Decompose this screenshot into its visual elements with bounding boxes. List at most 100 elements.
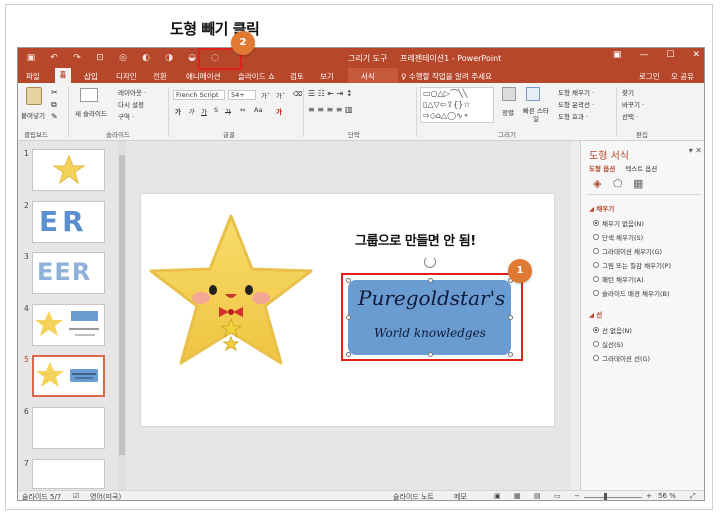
- bold-icon[interactable]: 가: [175, 106, 181, 116]
- radio-no-line[interactable]: 선 없음(N): [593, 325, 632, 335]
- canvas-scrollbar[interactable]: [571, 141, 580, 490]
- share-button[interactable]: 오 공유: [671, 71, 694, 82]
- tab-slideshow[interactable]: 슬라이드 쇼: [238, 71, 275, 82]
- new-slide-icon[interactable]: [80, 88, 98, 102]
- shape-effects-button[interactable]: 도형 효과 ·: [558, 111, 588, 121]
- reset-button[interactable]: 다시 설정: [118, 99, 144, 109]
- find-button[interactable]: 찾기: [622, 87, 634, 97]
- strikethrough-icon[interactable]: 가: [225, 106, 231, 116]
- fill-section-header[interactable]: ◢ 채우기: [589, 203, 614, 213]
- radio-solid-fill[interactable]: 단색 채우기(S): [593, 232, 643, 242]
- layout-button[interactable]: 레이아웃 ·: [118, 87, 146, 97]
- change-case-icon[interactable]: Aa: [254, 106, 262, 114]
- shape-union-icon[interactable]: ◎: [116, 51, 130, 65]
- close-icon[interactable]: ▾ ✕: [689, 146, 702, 155]
- format-painter-icon[interactable]: ✎: [51, 112, 58, 121]
- paste-button[interactable]: 붙여넣기: [21, 110, 45, 120]
- star-character-icon[interactable]: [141, 194, 341, 426]
- slide-thumbnail-3[interactable]: EER: [32, 252, 105, 294]
- radio-pattern-fill[interactable]: 패턴 채우기(A): [593, 274, 644, 284]
- font-shrink-icon[interactable]: 가ˇ: [276, 90, 285, 100]
- quick-styles-button[interactable]: 빠른 스타일: [521, 107, 551, 123]
- slide-thumbnail-1[interactable]: [32, 149, 105, 191]
- current-slide[interactable]: 그룹으로 만들면 안 됨! Puregoldstar's World knowl…: [141, 194, 554, 426]
- zoom-level[interactable]: 56 %: [658, 492, 676, 500]
- radio-background-fill[interactable]: 슬라이드 배경 채우기(B): [593, 288, 669, 298]
- tell-me-box[interactable]: ♀ 수행할 작업을 알려 주세요: [401, 71, 492, 82]
- font-color-icon[interactable]: 가: [276, 106, 282, 116]
- tab-text-options[interactable]: 텍스트 옵션: [625, 165, 657, 173]
- slide-thumbnail-7[interactable]: [32, 459, 105, 489]
- char-spacing-icon[interactable]: ↔: [240, 106, 245, 114]
- cut-icon[interactable]: ✂: [51, 88, 58, 97]
- thumbnails-scrollbar[interactable]: [118, 141, 126, 490]
- slide-thumbnail-4[interactable]: [32, 304, 105, 346]
- arrange-icon[interactable]: [502, 87, 516, 101]
- spellcheck-icon[interactable]: ☑: [73, 492, 79, 500]
- align-icons[interactable]: ≡ ≡ ≡ ≡ ▥: [308, 105, 353, 114]
- quick-styles-icon[interactable]: [526, 87, 540, 101]
- arrange-button[interactable]: 정렬: [502, 107, 514, 117]
- radio-gradient-fill[interactable]: 그라데이션 채우기(G): [593, 246, 662, 256]
- fit-slide-icon[interactable]: ⤢: [690, 492, 696, 500]
- zoom-slider-thumb[interactable]: [604, 493, 607, 500]
- scroll-thumb[interactable]: [119, 155, 125, 455]
- close-icon[interactable]: ✕: [692, 50, 700, 60]
- zoom-slider[interactable]: [584, 497, 642, 498]
- slideshow-start-icon[interactable]: ⊡: [93, 51, 107, 65]
- zoom-in-icon[interactable]: +: [646, 492, 652, 500]
- tab-file[interactable]: 파일: [26, 71, 40, 82]
- slide-thumbnail-6[interactable]: [32, 407, 105, 449]
- slide-sorter-icon[interactable]: ▦: [514, 492, 521, 500]
- bullets-icon[interactable]: ☰ ☷ ⇤ ⇥ ↕: [308, 89, 353, 98]
- tab-format[interactable]: 서식: [361, 71, 375, 82]
- ribbon-display-icon[interactable]: ▣: [613, 50, 622, 60]
- select-button[interactable]: 선택 ·: [622, 111, 638, 121]
- tab-transitions[interactable]: 전환: [153, 71, 167, 82]
- line-section-header[interactable]: ◢ 선: [589, 309, 602, 319]
- section-button[interactable]: 구역 ·: [118, 111, 134, 121]
- tab-insert[interactable]: 삽입: [84, 71, 98, 82]
- radio-solid-line[interactable]: 실선(S): [593, 339, 623, 349]
- slide-thumbnail-5[interactable]: [32, 355, 105, 397]
- language-indicator[interactable]: 영어(미국): [90, 492, 121, 500]
- font-grow-icon[interactable]: 가ˆ: [261, 90, 270, 100]
- notes-button[interactable]: 슬라이드 노트: [393, 492, 434, 500]
- tab-review[interactable]: 검토: [290, 71, 304, 82]
- redo-icon[interactable]: ↷: [70, 51, 84, 65]
- login-link[interactable]: 로그인: [639, 71, 660, 82]
- slide-thumbnail-2[interactable]: ER: [32, 201, 105, 243]
- clear-format-icon[interactable]: ⌫: [293, 90, 302, 98]
- paste-icon[interactable]: [26, 87, 42, 105]
- font-size-field[interactable]: 54+: [228, 90, 256, 100]
- reading-view-icon[interactable]: ▤: [534, 492, 541, 500]
- shape-fragment-icon[interactable]: ◑: [162, 51, 176, 65]
- radio-no-fill[interactable]: 채우기 없음(N): [593, 218, 644, 228]
- shapes-gallery[interactable]: ▭○△▷⌒╲╲ ▯△▽⇦⇧{}☆ ⇨◇⌂△◯∿⚬: [420, 87, 494, 123]
- normal-view-icon[interactable]: ▣: [494, 492, 501, 500]
- font-name-field[interactable]: French Script: [173, 90, 225, 100]
- save-icon[interactable]: ▣: [24, 51, 38, 65]
- size-properties-icon[interactable]: ▦: [633, 177, 643, 190]
- fill-line-icon[interactable]: ◈: [593, 177, 601, 190]
- radio-picture-fill[interactable]: 그림 또는 질감 채우기(P): [593, 260, 671, 270]
- slideshow-view-icon[interactable]: ▭: [554, 492, 561, 500]
- tab-view[interactable]: 보기: [320, 71, 334, 82]
- shape-intersect-icon[interactable]: ◒: [185, 51, 199, 65]
- tab-home[interactable]: 홈: [55, 68, 71, 83]
- radio-gradient-line[interactable]: 그라데이션 선(G): [593, 353, 650, 363]
- shape-combine-icon[interactable]: ◐: [139, 51, 153, 65]
- shadow-icon[interactable]: S: [214, 106, 218, 114]
- comments-button[interactable]: 메모: [454, 492, 467, 500]
- zoom-out-icon[interactable]: −: [574, 492, 580, 500]
- shape-outline-button[interactable]: 도형 윤곽선 ·: [558, 99, 594, 109]
- copy-icon[interactable]: ⧉: [51, 100, 57, 110]
- tab-animations[interactable]: 애니메이션: [186, 71, 221, 82]
- underline-icon[interactable]: 가: [201, 106, 207, 116]
- effects-icon[interactable]: ⬠: [613, 177, 623, 190]
- shape-fill-button[interactable]: 도형 채우기 ·: [558, 87, 594, 97]
- rotate-handle-icon[interactable]: [424, 256, 436, 268]
- undo-icon[interactable]: ↶: [47, 51, 61, 65]
- minimize-icon[interactable]: —: [639, 50, 648, 60]
- tab-shape-options[interactable]: 도형 옵션: [589, 165, 615, 173]
